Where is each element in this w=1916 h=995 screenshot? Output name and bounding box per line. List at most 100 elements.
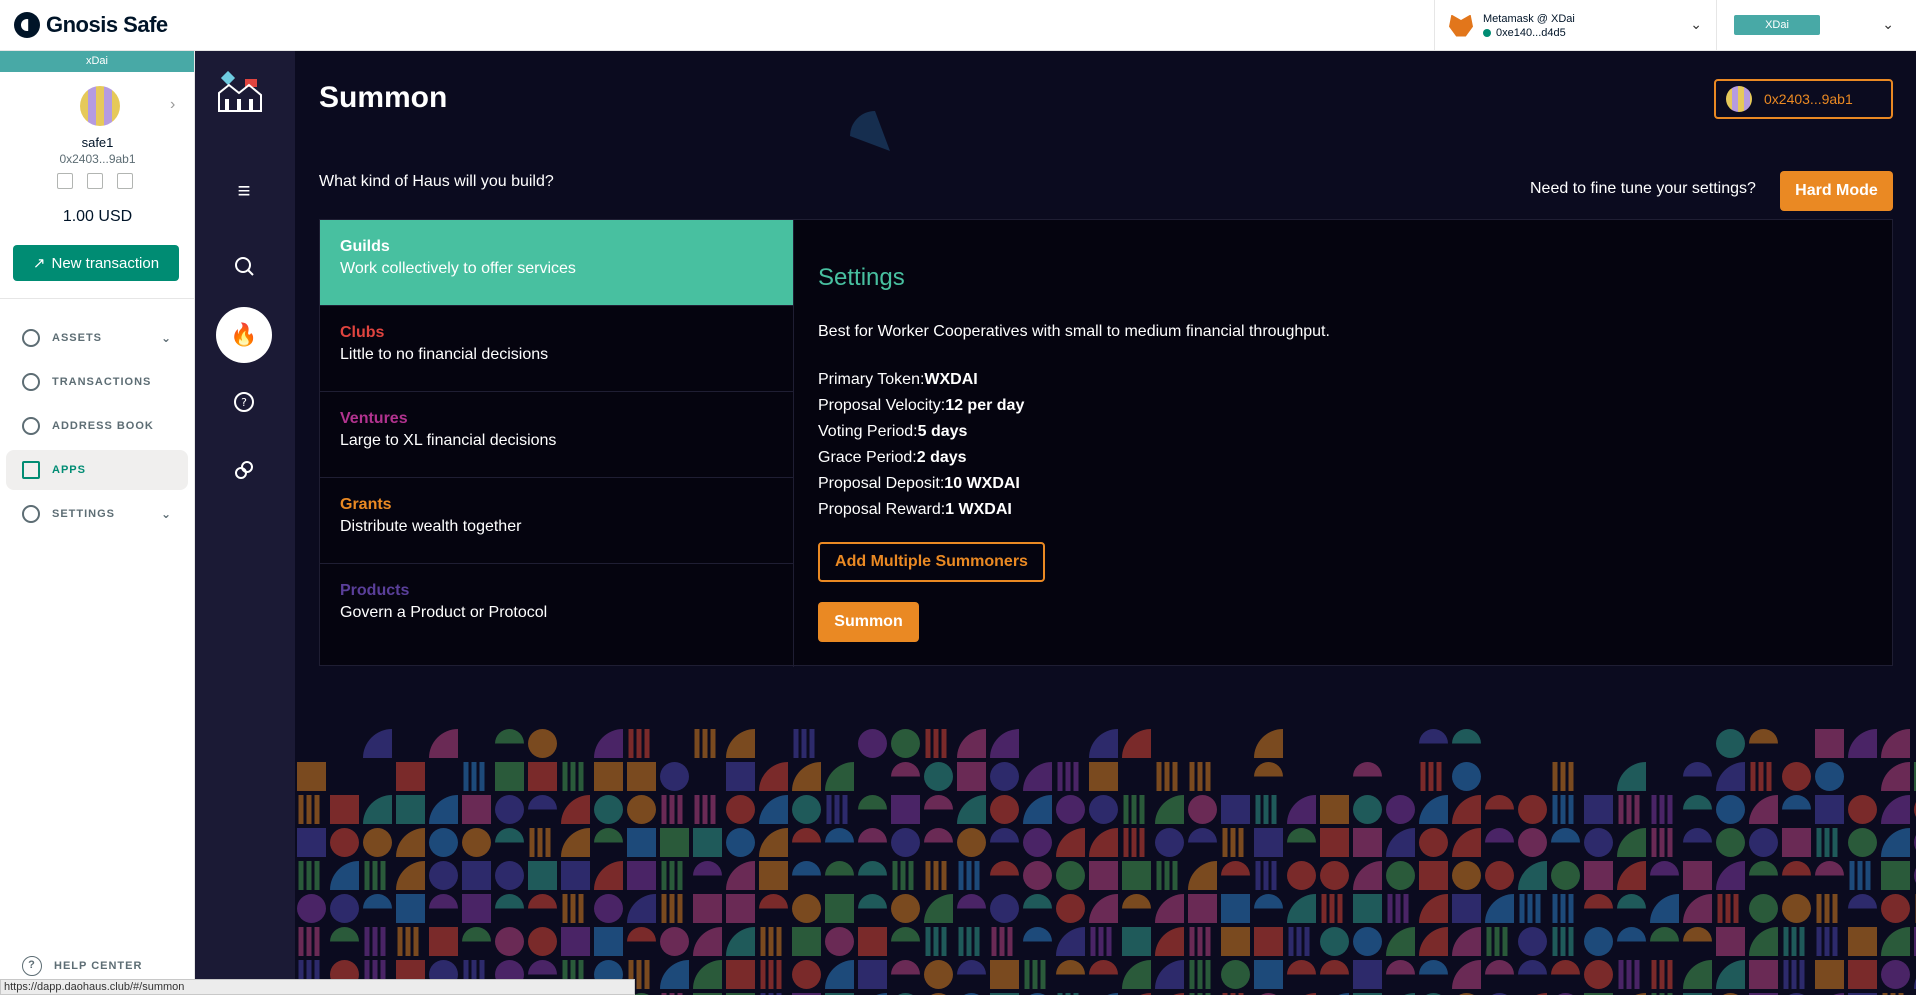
account-avatar bbox=[1726, 86, 1752, 112]
pattern-tile bbox=[1815, 960, 1844, 989]
main-content: Summon 0x2403...9ab1 What kind of Haus w… bbox=[295, 51, 1916, 995]
hard-mode-button[interactable]: Hard Mode bbox=[1780, 171, 1893, 211]
pattern-tile bbox=[661, 795, 683, 824]
pattern-tile bbox=[1386, 927, 1415, 956]
network-pill: XDai bbox=[1734, 15, 1820, 35]
pattern-tile bbox=[661, 894, 683, 923]
pattern-tile bbox=[1617, 828, 1646, 857]
pattern-tile bbox=[429, 927, 458, 956]
pattern-tile bbox=[792, 828, 821, 843]
pattern-tile bbox=[760, 960, 782, 989]
summon-button[interactable]: Summon bbox=[818, 602, 919, 642]
network-selector[interactable]: XDai ⌄ bbox=[1716, 0, 1916, 51]
copy-icon[interactable] bbox=[87, 173, 103, 189]
pattern-tile bbox=[1584, 861, 1613, 890]
pattern-tile bbox=[825, 927, 854, 956]
haus-type-clubs[interactable]: Clubs Little to no financial decisions bbox=[320, 306, 793, 392]
pattern-tile bbox=[628, 729, 650, 758]
pattern-tile bbox=[528, 894, 557, 909]
nav-item-address-book[interactable]: ADDRESS BOOK bbox=[6, 406, 188, 446]
type-name: Clubs bbox=[340, 324, 385, 341]
pattern-tile bbox=[825, 960, 854, 989]
help-icon: ? bbox=[22, 956, 42, 976]
pattern-tile bbox=[1651, 960, 1673, 989]
pattern-tile bbox=[1552, 762, 1574, 791]
daohaus-logo-icon[interactable] bbox=[215, 71, 265, 115]
pattern-tile bbox=[1848, 894, 1877, 909]
pattern-tile bbox=[1419, 795, 1448, 824]
pattern-tile bbox=[1815, 729, 1844, 758]
pattern-tile bbox=[1881, 894, 1910, 923]
chevron-down-icon[interactable]: ⌄ bbox=[1690, 16, 1702, 33]
help-center-link[interactable]: ? HELP CENTER bbox=[22, 956, 142, 976]
search-icon[interactable] bbox=[216, 238, 272, 294]
pattern-tile bbox=[1584, 894, 1613, 909]
external-link-icon[interactable] bbox=[117, 173, 133, 189]
apps-icon bbox=[22, 461, 40, 479]
add-multiple-summoners-button[interactable]: Add Multiple Summoners bbox=[818, 542, 1045, 582]
pattern-tile bbox=[1749, 828, 1778, 857]
pattern-tile bbox=[1452, 894, 1481, 923]
pattern-tile bbox=[1090, 927, 1112, 956]
pattern-tile bbox=[924, 828, 953, 843]
nav-item-transactions[interactable]: TRANSACTIONS bbox=[6, 362, 188, 402]
nav-item-settings[interactable]: SETTINGS ⌄ bbox=[6, 494, 188, 534]
help-icon[interactable]: ? bbox=[216, 374, 272, 430]
pattern-tile bbox=[627, 828, 656, 857]
pattern-tile bbox=[1716, 927, 1745, 956]
brand[interactable]: Gnosis Safe bbox=[14, 12, 168, 38]
menu-icon[interactable]: ≡ bbox=[216, 163, 272, 219]
pattern-tile bbox=[330, 828, 359, 857]
pattern-tile bbox=[1056, 927, 1085, 956]
pattern-tile bbox=[1254, 762, 1283, 777]
haus-type-grants[interactable]: Grants Distribute wealth together bbox=[320, 478, 793, 564]
safe-name: safe1 bbox=[81, 135, 114, 150]
pattern-tile bbox=[1783, 927, 1805, 956]
haus-type-products[interactable]: Products Govern a Product or Protocol bbox=[320, 564, 793, 650]
pattern-tile bbox=[958, 861, 980, 890]
pattern-tile bbox=[1782, 762, 1811, 791]
pattern-tile bbox=[495, 795, 524, 824]
pattern-tile bbox=[1452, 927, 1481, 956]
new-transaction-button[interactable]: ↗ New transaction bbox=[13, 245, 179, 281]
type-name: Ventures bbox=[340, 410, 408, 427]
haus-type-guilds[interactable]: Guilds Work collectively to offer servic… bbox=[320, 220, 793, 306]
chevron-down-icon[interactable]: ⌄ bbox=[1882, 16, 1894, 33]
pattern-tile bbox=[1353, 894, 1382, 923]
nav-item-apps[interactable]: APPS bbox=[6, 450, 188, 490]
nav-item-assets[interactable]: ASSETS ⌄ bbox=[6, 318, 188, 358]
pattern-tile bbox=[1123, 795, 1145, 824]
pattern-tile bbox=[792, 894, 821, 923]
pattern-tile bbox=[1452, 762, 1481, 791]
pattern-tile bbox=[1452, 960, 1481, 989]
brand-name: Gnosis Safe bbox=[46, 12, 168, 37]
pattern-tile bbox=[495, 894, 524, 909]
link-icon[interactable] bbox=[216, 442, 272, 498]
pattern-tile bbox=[1782, 828, 1811, 857]
pattern-tile bbox=[858, 927, 887, 956]
pattern-tile bbox=[1584, 960, 1613, 989]
pattern-tile bbox=[363, 795, 392, 824]
account-button[interactable]: 0x2403...9ab1 bbox=[1714, 79, 1893, 119]
pattern-tile bbox=[1254, 960, 1283, 989]
nav-item-label: ADDRESS BOOK bbox=[52, 420, 154, 432]
haus-type-ventures[interactable]: Ventures Large to XL financial decisions bbox=[320, 392, 793, 478]
pattern-tile bbox=[528, 762, 557, 791]
qr-code-icon[interactable] bbox=[57, 173, 73, 189]
pattern-tile bbox=[363, 894, 392, 909]
metamask-fox-icon bbox=[1449, 14, 1473, 37]
wallet-selector[interactable]: Metamask @ XDai 0xe140...d4d5 ⌄ bbox=[1434, 0, 1716, 51]
pattern-tile bbox=[1221, 894, 1250, 923]
pattern-tile bbox=[298, 861, 320, 890]
pattern-tile bbox=[759, 894, 788, 909]
setting-row: Proposal Reward:1 WXDAI bbox=[818, 501, 1012, 518]
chevron-right-icon[interactable]: › bbox=[170, 96, 175, 114]
pattern-tile bbox=[1255, 861, 1277, 890]
pattern-tile bbox=[990, 729, 1019, 758]
status-url: https://dapp.daohaus.club/#/summon bbox=[0, 979, 635, 995]
pattern-tile bbox=[1419, 861, 1448, 890]
pattern-tile bbox=[1783, 960, 1805, 989]
summon-flame-icon[interactable]: 🔥 bbox=[216, 307, 272, 363]
pattern-tile bbox=[957, 960, 986, 975]
type-desc: Little to no financial decisions bbox=[340, 346, 549, 363]
